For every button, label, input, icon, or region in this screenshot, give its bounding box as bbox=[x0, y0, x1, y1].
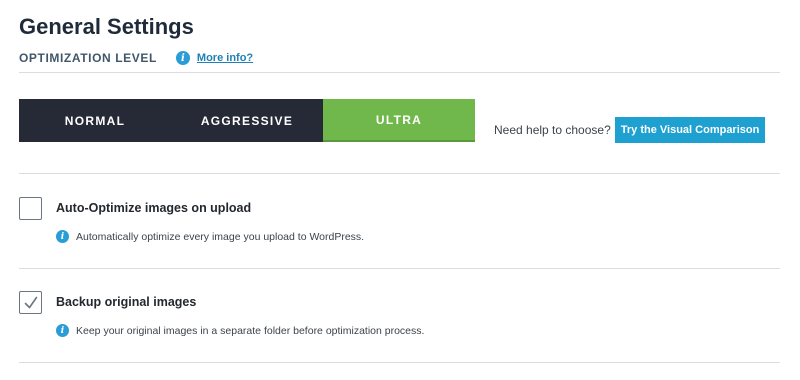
auto-optimize-description-text: Automatically optimize every image you u… bbox=[76, 230, 365, 243]
more-info-link[interactable]: More info? bbox=[197, 52, 253, 64]
level-ultra-button[interactable]: ULTRA bbox=[323, 99, 475, 142]
section-label: OPTIMIZATION LEVEL bbox=[19, 51, 157, 65]
info-icon: i bbox=[56, 324, 69, 337]
help-text: Need help to choose? bbox=[494, 123, 611, 137]
visual-comparison-button[interactable]: Try the Visual Comparison bbox=[614, 117, 766, 143]
optimization-level-selector: NORMAL AGGRESSIVE ULTRA bbox=[19, 99, 475, 142]
optimization-level-header: OPTIMIZATION LEVEL i More info? bbox=[19, 51, 253, 65]
checkmark-icon bbox=[24, 296, 37, 308]
backup-description-text: Keep your original images in a separate … bbox=[76, 324, 425, 337]
auto-optimize-label: Auto-Optimize images on upload bbox=[56, 201, 252, 215]
auto-optimize-checkbox[interactable] bbox=[19, 197, 42, 220]
backup-label: Backup original images bbox=[56, 295, 197, 309]
divider bbox=[19, 362, 780, 363]
divider bbox=[19, 173, 780, 174]
backup-checkbox[interactable] bbox=[19, 291, 42, 314]
level-normal-button[interactable]: NORMAL bbox=[19, 99, 171, 142]
info-icon: i bbox=[175, 51, 190, 65]
divider bbox=[19, 72, 780, 73]
help-choose: Need help to choose? Try the Visual Comp… bbox=[494, 117, 766, 143]
level-aggressive-button[interactable]: AGGRESSIVE bbox=[171, 99, 323, 142]
auto-optimize-description: i Automatically optimize every image you… bbox=[56, 230, 364, 243]
backup-description: i Keep your original images in a separat… bbox=[56, 324, 424, 337]
info-icon: i bbox=[56, 230, 69, 243]
divider bbox=[19, 268, 780, 269]
page-title: General Settings bbox=[19, 14, 194, 39]
